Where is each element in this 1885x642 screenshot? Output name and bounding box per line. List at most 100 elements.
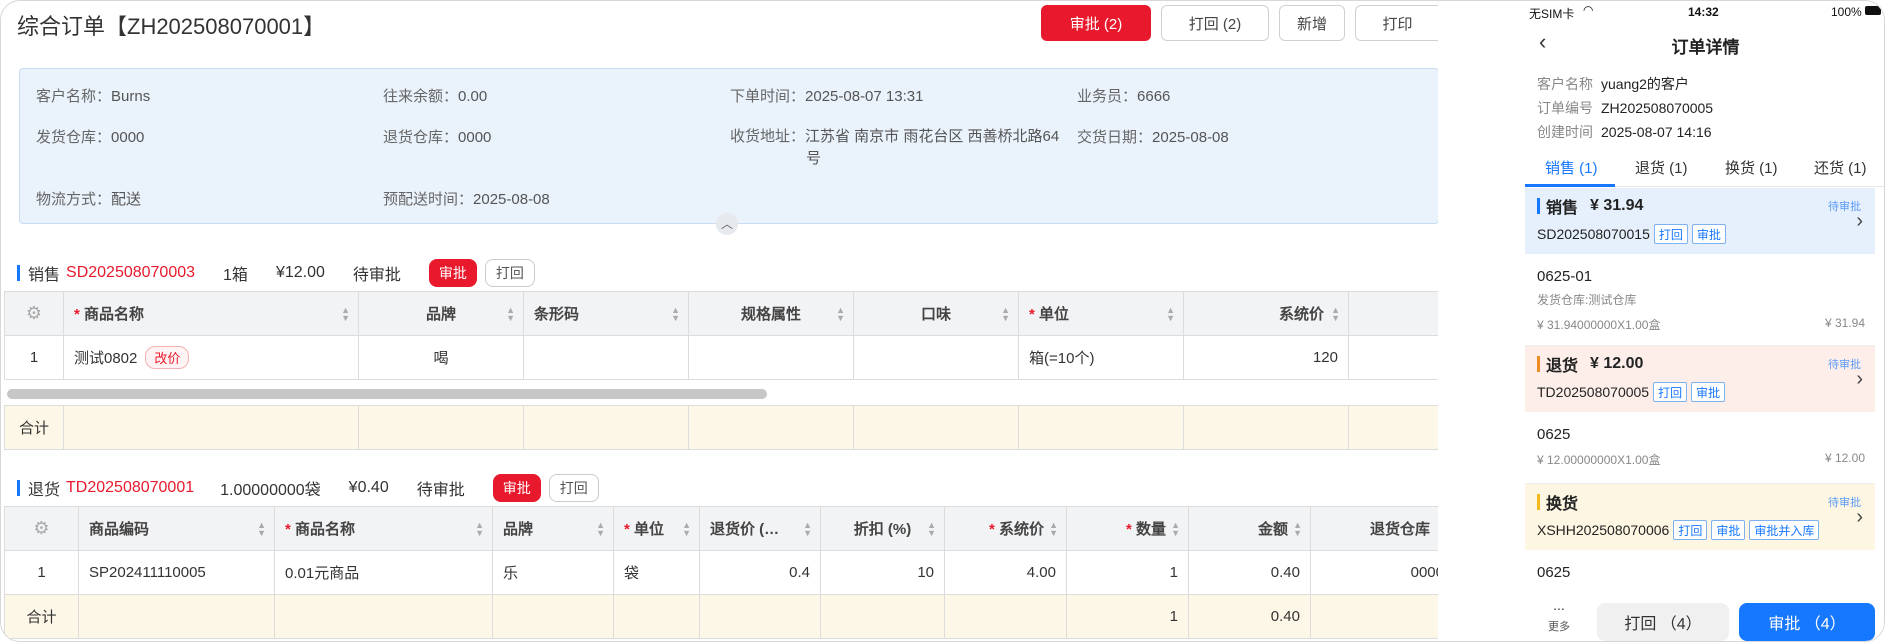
return-warehouse-field: 退货仓库：0000 — [383, 129, 492, 146]
tab-bar: 销售 (1) 退货 (1) 换货 (1) 还货 (1) — [1525, 151, 1884, 187]
card-approve-button[interactable]: 审批 — [1691, 382, 1726, 402]
status-badge: 待审批 — [416, 482, 465, 499]
battery-icon — [1865, 6, 1881, 15]
wifi-icon: ◠ — [1583, 3, 1594, 17]
sales-approve-button[interactable]: 审批 — [428, 259, 477, 287]
order-no-field: 订单编号 ZH202508070005 — [1537, 100, 1714, 116]
card-approve-button[interactable]: 审批 — [1691, 224, 1726, 244]
address-field: 收货地址：江苏省 南京市 雨花台区 西善桥北路64 号 — [730, 128, 1060, 167]
more-button[interactable]: ... 更多 — [1539, 597, 1579, 634]
column-header[interactable]: * 数量 ▲ ▼ — [1066, 506, 1189, 551]
section-marker — [17, 265, 20, 281]
status-bar: 无SIM卡 ◠ 14:32 100% — [1525, 1, 1884, 23]
tab-sales[interactable]: 销售 (1) — [1545, 157, 1598, 178]
approve-button[interactable]: 审批 (2) — [1041, 5, 1151, 41]
column-header[interactable]: * 单位 ▲ ▼ — [1018, 291, 1184, 336]
more-icon: ... — [1553, 597, 1565, 613]
column-header[interactable]: 折扣 (%) ▲ ▼ — [820, 506, 945, 551]
add-button[interactable]: 新增 — [1279, 5, 1345, 41]
column-header[interactable]: * 单位 ▲ ▼ — [613, 506, 700, 551]
column-header: * — [1348, 291, 1438, 336]
tab-repay[interactable]: 还货 (1) — [1814, 157, 1867, 178]
column-header[interactable]: * 商品名称 ▲ ▼ — [274, 506, 493, 551]
card-approve-stock-button[interactable]: 审批并入库 — [1749, 520, 1820, 540]
created-time-field: 创建时间 2025-08-07 14:16 — [1537, 124, 1712, 140]
sale-card[interactable]: 销售 ¥ 31.94 待审批 SD202508070015 打回 审批 › — [1525, 188, 1875, 254]
ship-warehouse-field: 发货仓库：0000 — [36, 129, 145, 146]
reject-button[interactable]: 打回 （4） — [1597, 603, 1729, 641]
tab-exchange[interactable]: 换货 (1) — [1725, 157, 1778, 178]
gear-icon[interactable]: ⚙ — [26, 303, 42, 323]
screen: 综合订单【ZH202508070001】 审批 (2) 打回 (2) 新增 打印… — [0, 0, 1885, 642]
returns-approve-button[interactable]: 审批 — [492, 474, 541, 502]
collapse-up-icon[interactable]: ︿ — [716, 213, 738, 235]
column-settings[interactable]: ⚙ — [4, 506, 79, 551]
card-reject-button[interactable]: 打回 — [1673, 520, 1708, 540]
page-title: 综合订单【ZH202508070001】 — [17, 14, 326, 39]
customer-field: 客户名称 yuang2的客户 — [1537, 76, 1689, 92]
balance-field: 往来余额：0.00 — [383, 88, 488, 105]
tab-returns[interactable]: 退货 (1) — [1635, 157, 1688, 178]
column-header[interactable]: 商品编码 ▲ ▼ — [78, 506, 275, 551]
logistics-field: 物流方式：配送 — [36, 191, 142, 208]
order-time-field: 下单时间：2025-08-07 13:31 — [730, 88, 924, 105]
approve-button[interactable]: 审批 （4） — [1739, 603, 1875, 641]
table-header-row: ⚙ 商品编码 ▲ ▼ * 商品名称 ▲ ▼ 品牌 ▲ ▼ * 单位 ▲ ▼ 退货价 (… ▲ ▼ 折… — [4, 506, 1438, 551]
sales-summary-table: 合计 — [4, 405, 1438, 450]
column-header[interactable]: 系统价 ▲ ▼ — [1183, 291, 1349, 336]
returns-section-header: 退货 TD202508070001 1.00000000袋 ¥0.40 待审批 … — [17, 474, 599, 502]
print-button[interactable]: 打印 — [1355, 5, 1438, 41]
chevron-right-icon: › — [1856, 506, 1863, 528]
list-item[interactable]: 0625 — [1525, 550, 1875, 594]
desktop-order-panel: 综合订单【ZH202508070001】 审批 (2) 打回 (2) 新增 打印… — [1, 1, 1438, 641]
column-header[interactable]: 退货价 (… ▲ ▼ — [699, 506, 821, 551]
table-row[interactable]: 1 测试0802 改价 喝 箱(=10个) 120 — [4, 335, 1438, 380]
toolbar: 审批 (2) 打回 (2) 新增 打印 — [1041, 5, 1438, 41]
list-item[interactable]: 0625 ¥ 12.00000000X1.00盒 ¥ 12.00 — [1525, 412, 1875, 484]
column-header[interactable]: 规格属性 ▲ ▼ — [688, 291, 854, 336]
status-badge: 待审批 — [352, 267, 401, 284]
column-header[interactable]: * 系统价 ▲ ▼ — [944, 506, 1067, 551]
order-info-panel: 客户名称：Burns 往来余额：0.00 下单时间：2025-08-07 13:… — [19, 68, 1438, 224]
column-header[interactable]: 品牌 ▲ ▼ — [358, 291, 524, 336]
returns-reject-button[interactable]: 打回 — [548, 474, 599, 502]
returns-table: ⚙ 商品编码 ▲ ▼ * 商品名称 ▲ ▼ 品牌 ▲ ▼ * 单位 ▲ ▼ 退货价 (… ▲ ▼ 折… — [4, 506, 1438, 639]
page-title: 订单详情 — [1671, 38, 1740, 57]
column-header[interactable]: 品牌 ▲ ▼ — [492, 506, 614, 551]
sales-table: ⚙ * 商品名称 ▲ ▼ 品牌 ▲ ▼ 条形码 ▲ ▼ 规格属性 ▲ ▼ 口味 ▲ ▼ * 单位 ▲ ▼… — [4, 291, 1438, 380]
column-header[interactable]: * 商品名称 ▲ ▼ — [63, 291, 359, 336]
predelivery-field: 预配送时间：2025-08-08 — [383, 191, 550, 208]
sales-section-header: 销售 SD202508070003 1箱 ¥12.00 待审批 审批 打回 — [17, 259, 535, 287]
chevron-right-icon: › — [1856, 210, 1863, 232]
nav-bar: ‹ 订单详情 — [1525, 29, 1884, 59]
bottom-action-bar: ... 更多 打回 （4） 审批 （4） — [1525, 594, 1884, 641]
mobile-order-detail: 无SIM卡 ◠ 14:32 100% ‹ 订单详情 客户名称 yuang2的客户 … — [1525, 1, 1884, 641]
column-settings[interactable]: ⚙ — [4, 291, 64, 336]
section-marker — [17, 480, 20, 496]
gear-icon[interactable]: ⚙ — [33, 518, 49, 538]
table-header-row: ⚙ * 商品名称 ▲ ▼ 品牌 ▲ ▼ 条形码 ▲ ▼ 规格属性 ▲ ▼ 口味 ▲ ▼ * 单位 ▲ ▼… — [4, 291, 1438, 336]
card-approve-button[interactable]: 审批 — [1711, 520, 1746, 540]
card-reject-button[interactable]: 打回 — [1653, 382, 1688, 402]
card-reject-button[interactable]: 打回 — [1653, 224, 1688, 244]
tab-indicator — [1525, 184, 1615, 187]
summary-row: 合计 — [4, 405, 1438, 450]
column-header[interactable]: 条形码 ▲ ▼ — [523, 291, 689, 336]
column-header[interactable]: 退货仓库▲▼ — [1310, 506, 1438, 551]
list-item[interactable]: 0625-01 发货仓库:测试仓库 ¥ 31.94000000X1.00盒 ¥ 3… — [1525, 254, 1875, 346]
column-header[interactable]: 金额 ▲ ▼ — [1188, 506, 1311, 551]
horizontal-scrollbar[interactable] — [7, 389, 767, 399]
customer-field: 客户名称：Burns — [36, 88, 151, 105]
summary-row: 合计 1 0.40 — [4, 594, 1438, 639]
return-card[interactable]: 退货 ¥ 12.00 待审批 TD202508070005 打回 审批 › — [1525, 346, 1875, 412]
reject-button[interactable]: 打回 (2) — [1161, 5, 1269, 41]
price-changed-badge: 改价 — [145, 346, 190, 369]
table-row[interactable]: 1 SP202411110005 0.01元商品 乐 袋 0.4 10 4.00… — [4, 550, 1438, 595]
return-order-code[interactable]: TD202508070001 — [66, 479, 194, 497]
exchange-card[interactable]: 换货 待审批 XSHH202508070006 打回 审批 审批并入库 › — [1525, 484, 1875, 550]
column-header[interactable]: 口味 ▲ ▼ — [853, 291, 1019, 336]
sales-order-code[interactable]: SD202508070003 — [66, 264, 195, 282]
sales-reject-button[interactable]: 打回 — [484, 259, 535, 287]
chevron-right-icon: › — [1856, 368, 1863, 390]
salesman-field: 业务员：6666 — [1077, 88, 1171, 105]
